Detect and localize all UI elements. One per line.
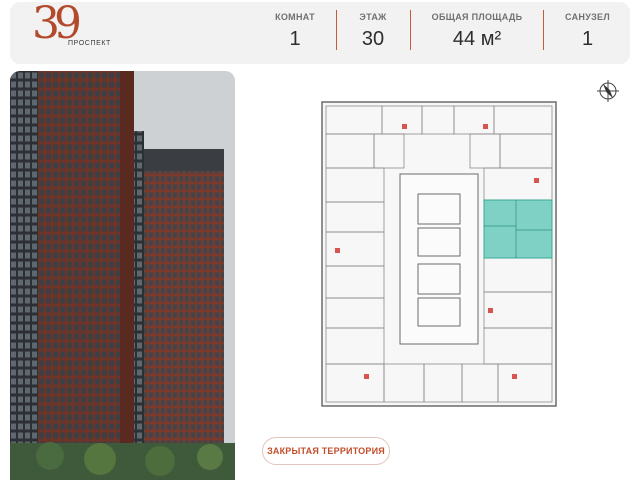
logo-subtitle: ПРОСПЕКТ bbox=[68, 40, 111, 47]
header: 39 ПРОСПЕКТ КОМНАТ 1 ЭТАЖ 30 ОБЩАЯ ПЛОЩА… bbox=[10, 0, 630, 64]
closed-territory-button[interactable]: ЗАКРЫТАЯ ТЕРРИТОРИЯ bbox=[262, 437, 390, 465]
stat-area-value: 44 м² bbox=[452, 28, 502, 50]
stat-rooms-value: 1 bbox=[289, 28, 301, 50]
divider bbox=[543, 10, 544, 50]
stat-rooms: КОМНАТ 1 bbox=[255, 2, 335, 64]
stat-floor-label: ЭТАЖ bbox=[359, 12, 387, 22]
stat-bathroom: САНУЗЕЛ 1 bbox=[545, 2, 630, 64]
floor-plan[interactable] bbox=[318, 98, 560, 410]
compass-icon bbox=[596, 79, 620, 103]
stat-bathroom-value: 1 bbox=[581, 28, 594, 50]
divider bbox=[410, 10, 411, 50]
stat-bathroom-label: САНУЗЕЛ bbox=[565, 12, 610, 22]
stat-area: ОБЩАЯ ПЛОЩАДЬ 44 м² bbox=[412, 2, 542, 64]
divider bbox=[336, 10, 337, 50]
selected-apartment[interactable] bbox=[483, 199, 553, 259]
stat-floor-value: 30 bbox=[361, 28, 385, 50]
stat-rooms-label: КОМНАТ bbox=[275, 12, 315, 22]
logo[interactable]: 39 ПРОСПЕКТ bbox=[30, 0, 120, 62]
stat-area-label: ОБЩАЯ ПЛОЩАДЬ bbox=[431, 12, 523, 22]
stat-floor: ЭТАЖ 30 bbox=[338, 2, 408, 64]
building-image bbox=[10, 71, 235, 480]
